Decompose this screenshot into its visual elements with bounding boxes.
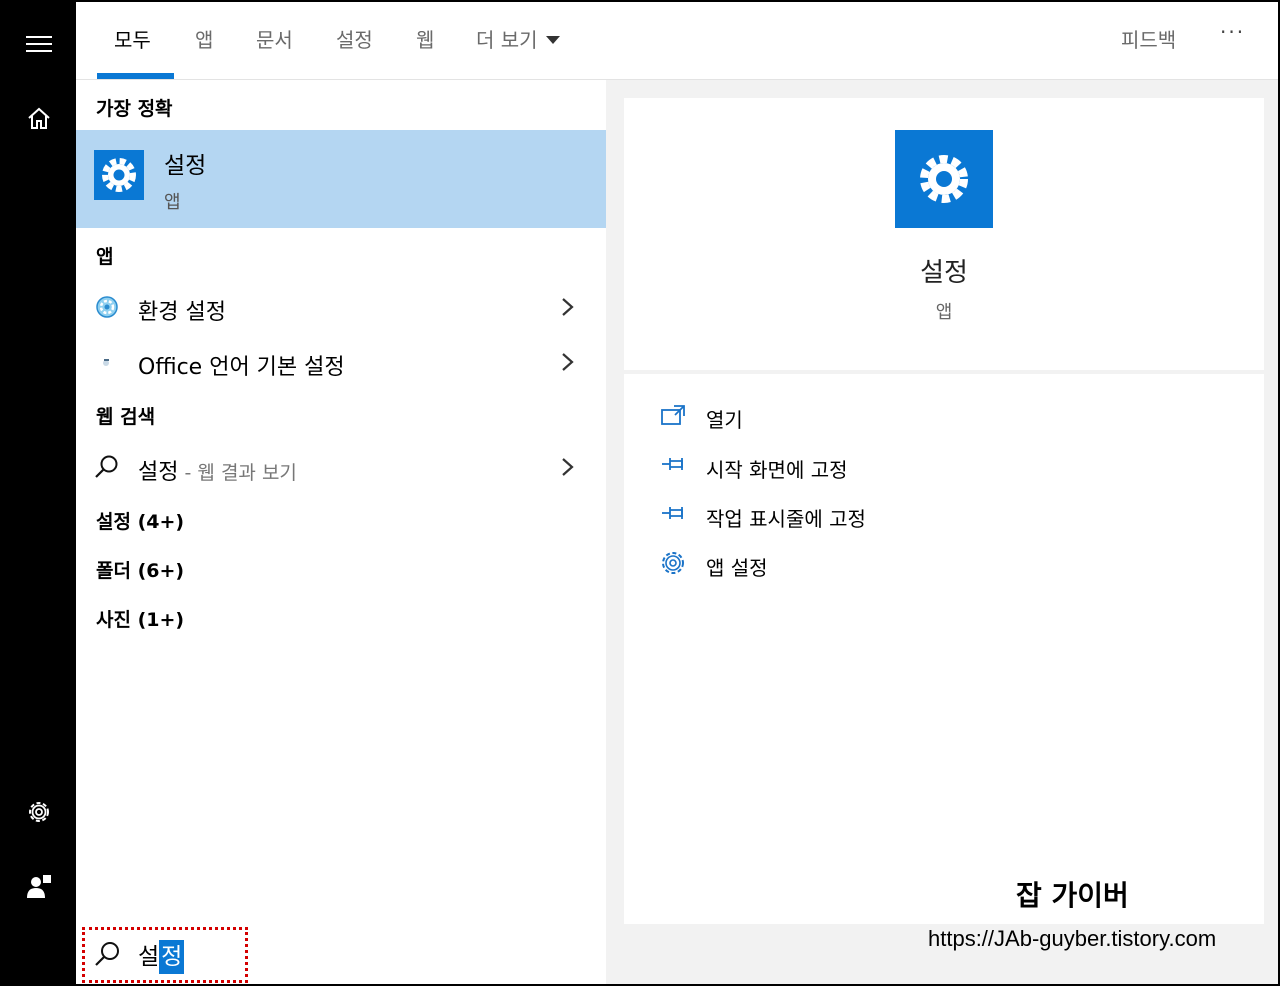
detail-actions: 열기 시작 화면에 고정 작업 표시줄에 고정 앱 설정	[624, 374, 1264, 924]
apps-heading: 앱	[96, 246, 114, 268]
gear-icon	[29, 802, 49, 822]
detail-title: 설정	[920, 258, 968, 288]
action-label: 앱 설정	[706, 556, 768, 580]
web-result-query: 설정	[138, 460, 179, 485]
tab-documents[interactable]: 문서	[256, 24, 293, 53]
watermark-url: https://JAb-guyber.tistory.com	[928, 926, 1217, 951]
tab-more-label: 더 보기	[476, 28, 538, 52]
app-result-label: Office 언어 기본 설정	[138, 355, 345, 380]
settings-app-large-icon	[895, 130, 993, 228]
control-panel-icon	[94, 294, 120, 320]
best-match-title: 설정	[164, 153, 207, 179]
search-window: 모두 앱 문서 설정 웹 더 보기 피드백 ··· 가장 정확 설정 앱 앱 환…	[0, 0, 1280, 986]
caret-down-icon	[545, 36, 560, 44]
person-feedback-icon	[27, 875, 51, 898]
app-result-label: 환경 설정	[138, 300, 226, 325]
category-photos[interactable]: 사진 (1+)	[96, 605, 184, 632]
results-panel: 가장 정확 설정 앱 앱 환경 설정 Office 언어 기본 설정 웹 검색 …	[76, 80, 606, 924]
gear-icon	[920, 155, 968, 203]
action-open[interactable]: 열기	[660, 396, 1220, 436]
hamburger-icon	[26, 36, 52, 52]
chevron-right-icon[interactable]	[560, 351, 576, 373]
app-result-office-language[interactable]: Office 언어 기본 설정	[76, 337, 606, 387]
open-icon	[661, 405, 685, 425]
tab-all[interactable]: 모두	[114, 24, 151, 53]
home-button[interactable]	[2, 88, 76, 148]
category-settings[interactable]: 설정 (4+)	[96, 507, 184, 534]
app-result-control-panel[interactable]: 환경 설정	[76, 282, 606, 332]
category-folders[interactable]: 폴더 (6+)	[96, 556, 184, 583]
web-search-heading: 웹 검색	[96, 406, 156, 428]
tab-settings[interactable]: 설정	[336, 24, 373, 53]
office-language-icon	[94, 349, 120, 375]
web-result-suffix: - 웹 결과 보기	[178, 462, 297, 484]
chevron-right-icon[interactable]	[560, 456, 576, 478]
gear-icon	[662, 552, 684, 574]
active-tab-indicator	[97, 73, 174, 79]
account-button[interactable]	[2, 856, 76, 916]
detail-header: 설정 앱	[624, 98, 1264, 370]
web-result-label: 설정 - 웹 결과 보기	[138, 454, 297, 486]
search-input-selection: 정	[159, 940, 185, 974]
search-input-text: 설	[138, 944, 160, 970]
feedback-button[interactable]: 피드백	[1121, 24, 1176, 53]
pin-icon	[662, 507, 683, 519]
detail-subtitle: 앱	[935, 302, 953, 323]
best-match-subtitle: 앱	[164, 192, 181, 213]
best-match-item[interactable]: 설정 앱	[76, 130, 606, 228]
left-rail	[2, 2, 76, 984]
hamburger-menu-button[interactable]	[2, 14, 76, 74]
tab-web[interactable]: 웹	[416, 24, 434, 53]
settings-button[interactable]	[2, 782, 76, 842]
action-label: 작업 표시줄에 고정	[706, 507, 866, 531]
search-icon	[95, 942, 119, 966]
action-label: 시작 화면에 고정	[706, 458, 848, 482]
home-icon	[28, 107, 50, 129]
action-app-settings[interactable]: 앱 설정	[660, 544, 1220, 584]
more-options-button[interactable]: ···	[1220, 20, 1245, 44]
tab-apps[interactable]: 앱	[195, 24, 213, 53]
pin-icon	[662, 458, 683, 470]
action-pin-start[interactable]: 시작 화면에 고정	[660, 446, 1220, 486]
gear-icon	[102, 158, 136, 192]
search-icon	[94, 454, 120, 480]
tab-bar: 모두 앱 문서 설정 웹 더 보기 피드백 ···	[76, 2, 1278, 80]
tab-more[interactable]: 더 보기	[476, 24, 560, 53]
search-input[interactable]: 설정	[138, 940, 185, 974]
web-result-item[interactable]: 설정 - 웹 결과 보기	[76, 442, 606, 492]
action-label: 열기	[706, 408, 743, 432]
best-match-heading: 가장 정확	[96, 98, 173, 120]
watermark-title: 잡 가이버	[1016, 879, 1129, 912]
chevron-right-icon[interactable]	[560, 296, 576, 318]
settings-app-icon	[94, 150, 144, 200]
action-pin-taskbar[interactable]: 작업 표시줄에 고정	[660, 495, 1220, 535]
